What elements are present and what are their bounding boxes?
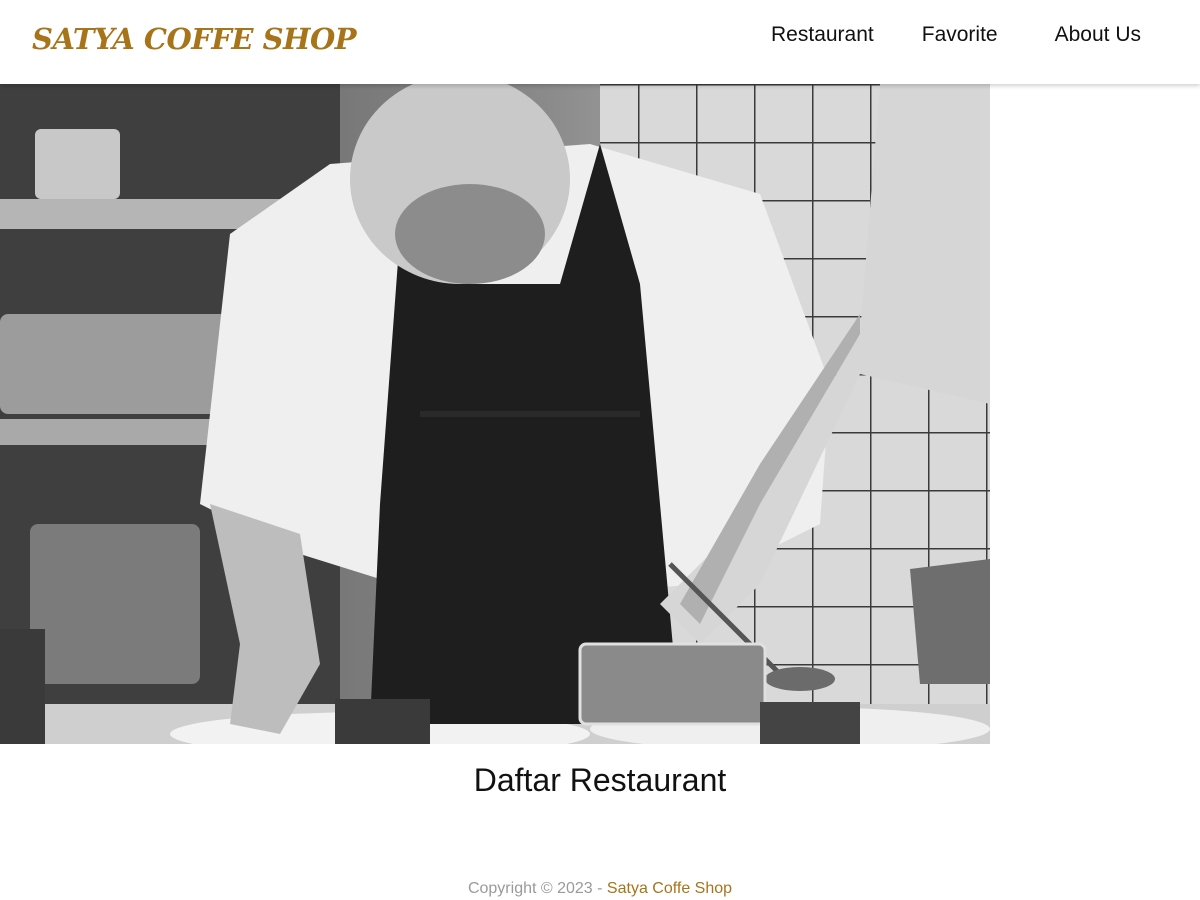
nav-link-favorite[interactable]: Favorite <box>898 23 1022 47</box>
nav-link-restaurant[interactable]: Restaurant <box>747 23 898 47</box>
hero-image <box>0 84 990 744</box>
section-title: Daftar Restaurant <box>473 762 727 798</box>
nav-link-about-us[interactable]: About Us <box>1022 23 1200 47</box>
site-footer: Copyright © 2023 - Satya Coffe Shop <box>0 880 1200 898</box>
copyright-text: Copyright © 2023 - <box>467 880 607 897</box>
brand-logo-link[interactable]: SATYA COFFE SHOP <box>32 22 357 56</box>
site-header: SATYA COFFE SHOP Restaurant Favorite Abo… <box>0 0 1200 84</box>
chef-photo-illustration <box>0 84 990 744</box>
footer-brand-link[interactable]: Satya Coffe Shop <box>607 880 732 897</box>
main-nav: Restaurant Favorite About Us <box>747 0 1200 70</box>
